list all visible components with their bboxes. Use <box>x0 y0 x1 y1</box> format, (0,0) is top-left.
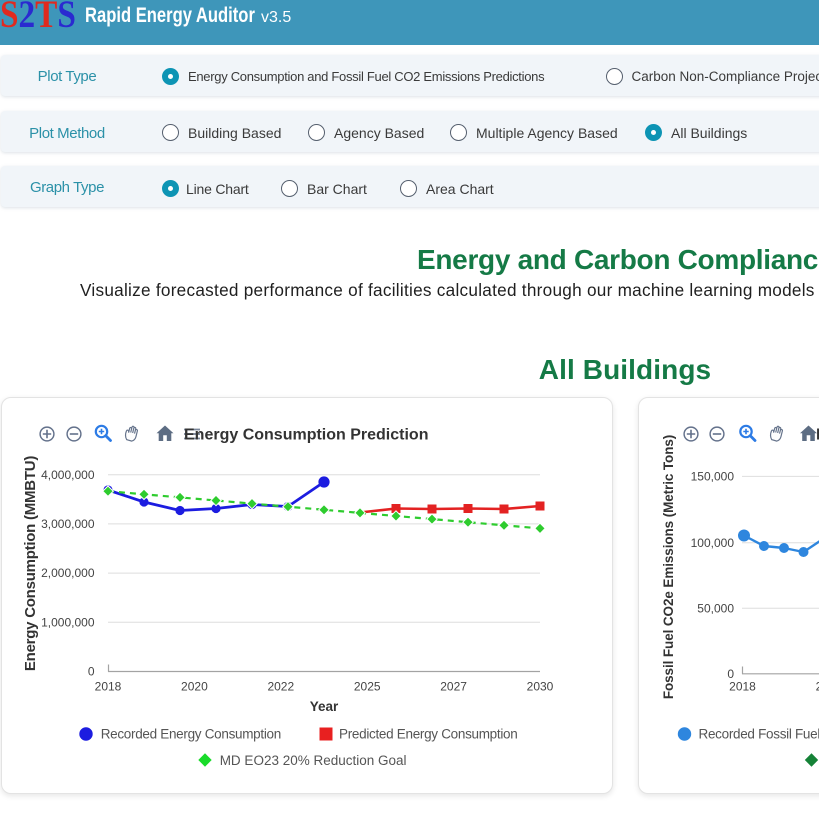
svg-text:50,000: 50,000 <box>697 601 734 615</box>
svg-text:3,000,000: 3,000,000 <box>41 517 95 531</box>
svg-text:2025: 2025 <box>354 680 381 694</box>
svg-text:MD EO23 20% Reduction Goal: MD EO23 20% Reduction Goal <box>220 753 407 768</box>
svg-text:2018: 2018 <box>729 680 756 694</box>
svg-text:4,000,000: 4,000,000 <box>41 468 95 482</box>
svg-text:Fossil Fuel CO2e Emissions (Me: Fossil Fuel CO2e Emissions (Metric Tons) <box>661 435 676 699</box>
svg-text:2,000,000: 2,000,000 <box>41 566 95 580</box>
svg-text:1,000,000: 1,000,000 <box>41 615 95 629</box>
svg-text:Energy Consumption (MMBTU): Energy Consumption (MMBTU) <box>22 456 39 671</box>
svg-text:2022: 2022 <box>267 680 294 694</box>
svg-text:Energy Consumption Prediction: Energy Consumption Prediction <box>184 427 428 444</box>
svg-text:Recorded Fossil Fuel CO2e Emis: Recorded Fossil Fuel CO2e Emissions <box>699 727 819 742</box>
svg-text:150,000: 150,000 <box>691 469 735 483</box>
svg-text:2020: 2020 <box>181 680 208 694</box>
svg-text:100,000: 100,000 <box>691 536 735 550</box>
svg-text:2020: 2020 <box>816 680 819 694</box>
svg-text:Predicted Energy Consumption: Predicted Energy Consumption <box>339 727 517 742</box>
svg-text:Year: Year <box>310 699 339 714</box>
svg-text:Recorded Energy Consumption: Recorded Energy Consumption <box>101 727 281 742</box>
svg-text:2018: 2018 <box>95 680 122 694</box>
svg-text:0: 0 <box>88 665 95 679</box>
svg-text:2030: 2030 <box>527 680 554 694</box>
svg-text:2027: 2027 <box>440 680 467 694</box>
